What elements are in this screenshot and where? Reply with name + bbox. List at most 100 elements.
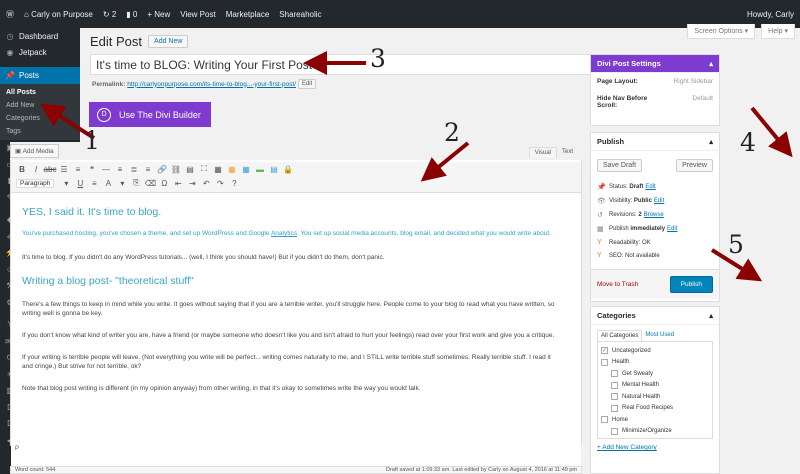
format-select[interactable]: Paragraph [16,178,55,188]
element-path: P [15,446,20,452]
numbered-list-icon[interactable]: ≡ [72,163,84,175]
site-name-link[interactable]: ⌂ Carly on Purpose [24,10,93,19]
chevron-down-icon[interactable]: ▾ [60,177,72,189]
category-checkbox[interactable] [601,416,608,424]
category-item[interactable]: Get Sweaty [601,368,709,380]
collapse-icon[interactable]: ▴ [709,311,713,320]
permalink-link[interactable]: http://carlyonpurpose.com/its-time-to-bl… [127,81,296,88]
shareaholic-link[interactable]: Shareaholic [279,10,321,19]
collapse-icon[interactable]: ▴ [709,137,713,146]
category-list[interactable]: ✓ Uncategorized Health Get Sweaty Mental Hea… [597,341,713,439]
tab-text[interactable]: Text [557,147,578,158]
editor-content[interactable]: YES, I said it. It's time to blog. You'v… [22,207,562,408]
tab-most-used[interactable]: Most Used [642,330,677,341]
tab-all-categories[interactable]: All Categories [597,330,643,341]
lock-icon[interactable]: 🔒 [282,163,294,175]
add-new-category-link[interactable]: + Add New Category [591,439,719,456]
add-new-button[interactable]: Add New [148,35,189,48]
submenu-categories[interactable]: Categories [0,112,80,125]
align-right-icon[interactable]: ≡ [142,163,154,175]
bold-icon[interactable]: B [16,163,28,175]
view-post-link[interactable]: View Post [180,10,215,19]
align-left-icon[interactable]: ≡ [114,163,126,175]
toolbar-toggle-icon[interactable]: ▦ [212,163,224,175]
divi-settings-header[interactable]: Divi Post Settings ▴ [591,55,719,73]
outdent-icon[interactable]: ⇤ [172,177,184,189]
color-grid-icon[interactable]: ▦ [226,163,238,175]
underline-icon[interactable]: U [74,177,86,189]
category-item[interactable]: Real Food Recipes [601,403,709,415]
sidebar-item-dashboard[interactable]: ◷ Dashboard [0,28,80,45]
redo-icon[interactable]: ↷ [214,177,226,189]
help-button[interactable]: Help ▾ [761,24,795,39]
category-item[interactable]: Mental Health [601,380,709,392]
color-dropdown-icon[interactable]: ▾ [116,177,128,189]
publish-header[interactable]: Publish ▴ [591,133,719,151]
text-color-icon[interactable]: A [102,177,114,189]
marketplace-link[interactable]: Marketplace [226,10,270,19]
help-icon[interactable]: ? [228,177,240,189]
new-link[interactable]: + New [147,10,170,19]
undo-icon[interactable]: ↶ [200,177,212,189]
sidebar-item-jetpack[interactable]: ◉ Jetpack [0,45,80,62]
category-item[interactable]: Home [601,414,709,426]
divi-logo-icon: D [97,107,111,122]
category-checkbox[interactable] [611,381,618,389]
italic-icon[interactable]: I [30,163,42,175]
paste-text-icon[interactable]: ⎘ [130,177,142,189]
comments-link[interactable]: ▮ 0 [126,10,137,19]
button-icon[interactable]: ▬ [254,163,266,175]
howdy-menu[interactable]: Howdy, Carly [747,10,794,19]
bullet-list-icon[interactable]: ☰ [58,163,70,175]
analytics-link[interactable]: Analytics [271,230,297,237]
link-icon[interactable]: 🔗 [156,163,168,175]
indent-icon[interactable]: ⇥ [186,177,198,189]
preview-button[interactable]: Preview [676,159,713,172]
wp-logo-icon[interactable]: Ⓦ [6,9,14,20]
omega-icon[interactable]: Ω [158,177,170,189]
word-count: Word count: 544 [15,467,56,473]
status-edit-link[interactable]: Edit [645,184,655,190]
category-checkbox[interactable] [611,427,618,435]
categories-header[interactable]: Categories ▴ [591,307,719,325]
submenu-add-new[interactable]: Add New [0,99,80,112]
table-icon[interactable]: ▤ [268,163,280,175]
image-grid-icon[interactable]: ▦ [240,163,252,175]
schedule-edit-link[interactable]: Edit [667,226,677,232]
horizontal-line-icon[interactable]: — [100,163,112,175]
category-checkbox[interactable] [611,404,618,412]
updates-link[interactable]: ↻ 2 [103,10,116,19]
visibility-edit-link[interactable]: Edit [654,198,664,204]
add-media-button[interactable]: ▣ Add Media [10,144,59,158]
strikethrough-icon[interactable]: abc [44,163,57,175]
blockquote-icon[interactable]: ❝ [86,163,98,175]
move-to-trash-link[interactable]: Move to Trash [597,281,638,288]
category-item[interactable]: Minimize/Organize [601,426,709,438]
tab-visual[interactable]: Visual [528,147,557,158]
publish-button[interactable]: Publish [669,276,713,293]
hide-nav-select[interactable]: Default [692,95,713,109]
justify-icon[interactable]: ≡ [88,177,100,189]
clear-formatting-icon[interactable]: ⌫ [144,177,156,189]
collapse-icon[interactable]: ▴ [709,59,713,68]
unlink-icon[interactable]: ⛓ [170,163,182,175]
page-layout-select[interactable]: Right Sidebar [674,78,713,85]
save-draft-button[interactable]: Save Draft [597,159,643,172]
category-checkbox[interactable] [601,358,608,366]
category-checkbox[interactable]: ✓ [601,347,608,355]
submenu-all-posts[interactable]: All Posts [0,86,80,99]
sidebar-item-posts[interactable]: 📌 Posts [0,67,80,84]
revisions-browse-link[interactable]: Browse [644,212,664,218]
align-center-icon[interactable]: ≣ [128,163,140,175]
category-item[interactable]: Natural Health [601,391,709,403]
permalink-edit-button[interactable]: Edit [297,79,317,89]
more-tag-icon[interactable]: ▤ [184,163,196,175]
category-item[interactable]: ✓ Uncategorized [601,345,709,357]
fullscreen-icon[interactable]: ⛶ [198,163,210,175]
category-checkbox[interactable] [611,393,618,401]
screen-options-button[interactable]: Screen Options ▾ [687,24,756,39]
category-item[interactable]: Health [601,357,709,369]
category-checkbox[interactable] [611,370,618,378]
submenu-tags[interactable]: Tags [0,125,80,138]
divi-builder-button[interactable]: D Use The Divi Builder [89,102,211,127]
